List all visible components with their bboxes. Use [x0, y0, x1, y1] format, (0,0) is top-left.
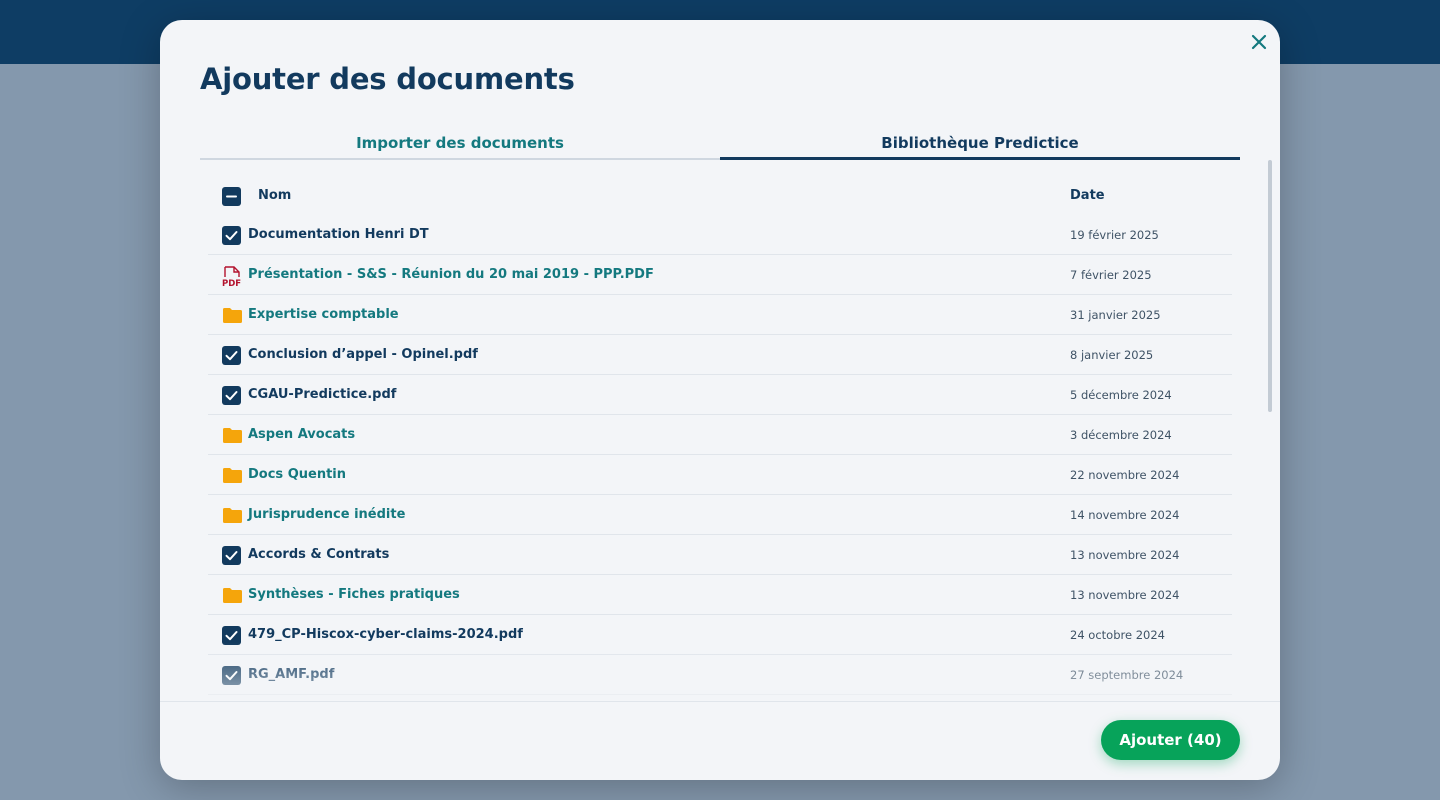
folder-link[interactable]: Jurisprudence inédite: [248, 507, 405, 522]
checkbox-checked-icon[interactable]: [222, 386, 242, 406]
table-row[interactable]: Documentation Henri DT 19 février 2025: [208, 215, 1232, 255]
document-name: Documentation Henri DT: [248, 227, 429, 242]
table-row[interactable]: Jurisprudence inédite 14 novembre 2024: [208, 495, 1232, 535]
folder-icon: [222, 586, 242, 606]
document-name: RG_AMF.pdf: [248, 667, 335, 682]
table-row[interactable]: RG_AMF.pdf 27 septembre 2024: [208, 655, 1232, 695]
folder-link[interactable]: Expertise comptable: [248, 307, 399, 322]
column-header-date[interactable]: Date: [1070, 188, 1105, 203]
document-name: 479_CP-Hiscox-cyber-claims-2024.pdf: [248, 627, 523, 642]
table-body: Documentation Henri DT 19 février 2025 PDF…: [208, 215, 1232, 695]
row-date: 31 janvier 2025: [1070, 308, 1161, 322]
document-name: Accords & Contrats: [248, 547, 390, 562]
table-row[interactable]: Aspen Avocats 3 décembre 2024: [208, 415, 1232, 455]
add-button[interactable]: Ajouter (40): [1101, 720, 1240, 760]
folder-icon: [222, 306, 242, 326]
checkbox-checked-icon[interactable]: [222, 346, 242, 366]
pdf-link[interactable]: Présentation - S&S - Réunion du 20 mai 2…: [248, 267, 654, 282]
tab-predictice-library[interactable]: Bibliothèque Predictice: [720, 130, 1240, 160]
add-documents-modal: Ajouter des documents Importer des docum…: [160, 20, 1280, 780]
select-all-checkbox[interactable]: [222, 187, 241, 210]
documents-list: Nom Date Documentation Henri DT 19 févrie…: [208, 175, 1232, 702]
folder-link[interactable]: Aspen Avocats: [248, 427, 355, 442]
table-row[interactable]: PDF Présentation - S&S - Réunion du 20 ma…: [208, 255, 1232, 295]
row-date: 8 janvier 2025: [1070, 348, 1154, 362]
row-date: 22 novembre 2024: [1070, 468, 1180, 482]
table-row[interactable]: CGAU-Predictice.pdf 5 décembre 2024: [208, 375, 1232, 415]
row-date: 3 décembre 2024: [1070, 428, 1172, 442]
table-row[interactable]: Accords & Contrats 13 novembre 2024: [208, 535, 1232, 575]
list-scrollbar[interactable]: [1268, 160, 1272, 412]
svg-text:PDF: PDF: [222, 279, 241, 288]
table-header: Nom Date: [208, 175, 1232, 215]
footer-divider: [160, 701, 1280, 702]
row-date: 14 novembre 2024: [1070, 508, 1180, 522]
table-row[interactable]: Expertise comptable 31 janvier 2025: [208, 295, 1232, 335]
checkbox-checked-icon[interactable]: [222, 626, 242, 646]
tab-import-documents[interactable]: Importer des documents: [200, 130, 720, 160]
row-date: 7 février 2025: [1070, 268, 1152, 282]
row-date: 13 novembre 2024: [1070, 548, 1180, 562]
close-icon[interactable]: [1249, 32, 1269, 52]
document-name: CGAU-Predictice.pdf: [248, 387, 397, 402]
tab-bar: Importer des documents Bibliothèque Pred…: [200, 130, 1240, 160]
table-row[interactable]: Conclusion d’appel - Opinel.pdf 8 janvier…: [208, 335, 1232, 375]
checkbox-checked-icon[interactable]: [222, 666, 242, 686]
row-date: 24 octobre 2024: [1070, 628, 1165, 642]
modal-title: Ajouter des documents: [200, 62, 575, 96]
checkbox-checked-icon[interactable]: [222, 546, 242, 566]
row-date: 19 février 2025: [1070, 228, 1159, 242]
row-date: 27 septembre 2024: [1070, 668, 1184, 682]
row-date: 13 novembre 2024: [1070, 588, 1180, 602]
document-name: Conclusion d’appel - Opinel.pdf: [248, 347, 478, 362]
table-row[interactable]: Docs Quentin 22 novembre 2024: [208, 455, 1232, 495]
folder-icon: [222, 506, 242, 526]
pdf-icon: PDF: [222, 266, 242, 289]
table-row[interactable]: Synthèses - Fiches pratiques 13 novembre …: [208, 575, 1232, 615]
table-row[interactable]: 479_CP-Hiscox-cyber-claims-2024.pdf 24 oc…: [208, 615, 1232, 655]
checkbox-checked-icon[interactable]: [222, 226, 242, 246]
folder-icon: [222, 466, 242, 486]
folder-link[interactable]: Synthèses - Fiches pratiques: [248, 587, 460, 602]
column-header-name[interactable]: Nom: [258, 188, 291, 203]
folder-link[interactable]: Docs Quentin: [248, 467, 346, 482]
folder-icon: [222, 426, 242, 446]
row-date: 5 décembre 2024: [1070, 388, 1172, 402]
